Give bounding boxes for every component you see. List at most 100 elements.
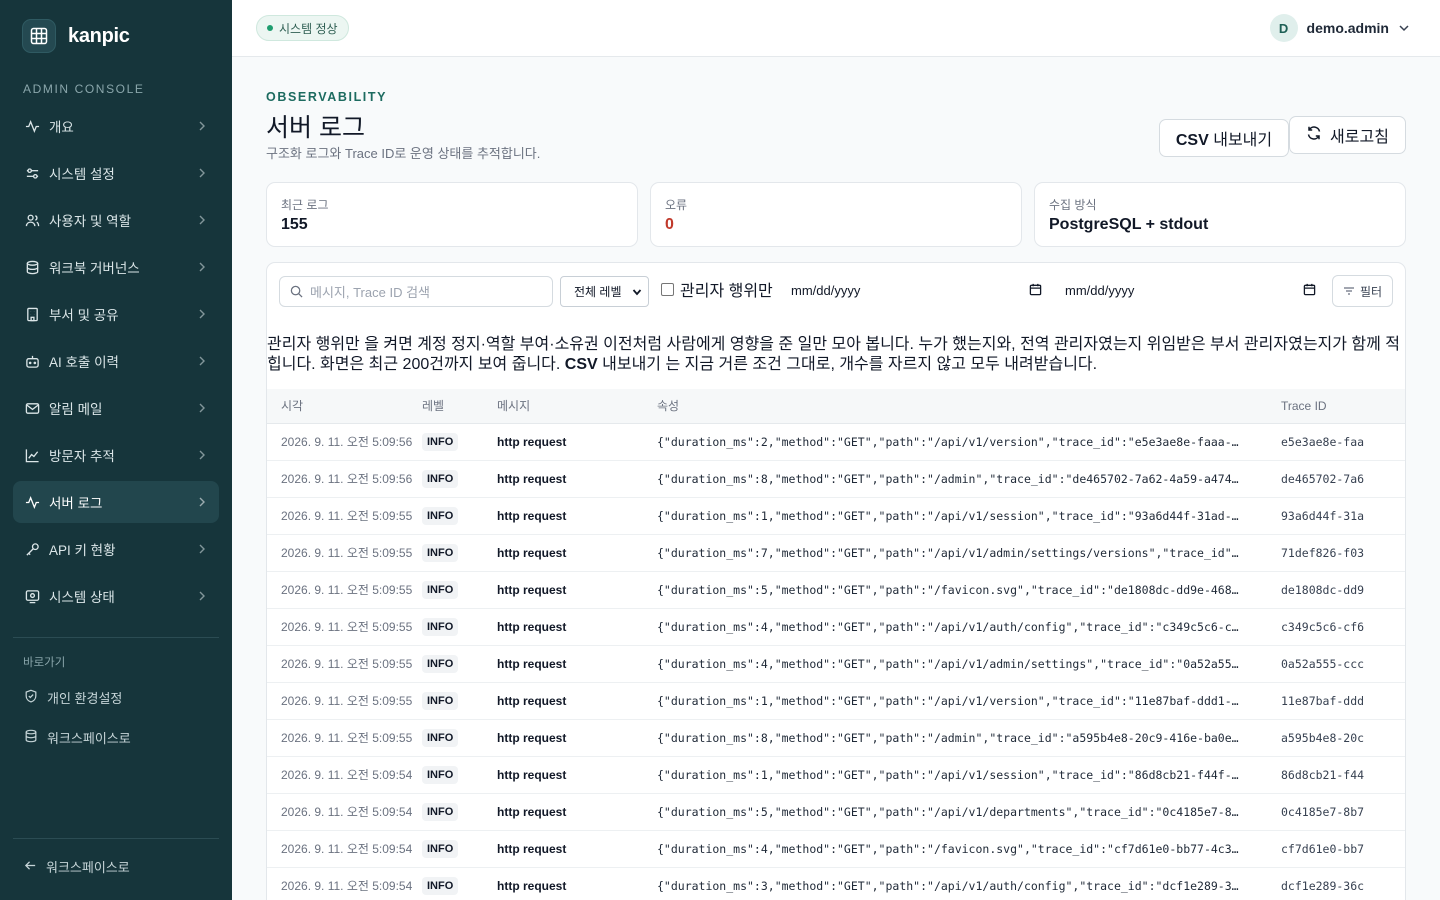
cell-trace-id[interactable]: 86d8cb21-f44 [1279,756,1405,794]
table-row[interactable]: 2026. 9. 11. 오전 5:09:55 INFO http reques… [267,719,1405,757]
cell-time: 2026. 9. 11. 오전 5:09:54 [267,756,422,794]
user-menu[interactable]: D demo.admin [1269,14,1410,42]
cell-level: INFO [422,830,497,868]
cell-message: http request [497,645,657,683]
column-header-message[interactable]: 메시지 [497,389,657,424]
cell-trace-id[interactable]: de1808dc-dd9 [1279,571,1405,609]
level-select[interactable]: 전체 레벨 [560,276,649,307]
cell-level: INFO [422,793,497,831]
sidebar-item-ai-call-history[interactable]: AI 호출 이력 [13,340,219,382]
date-from-input[interactable]: mm/dd/yyyy [791,283,1042,298]
cell-time: 2026. 9. 11. 오전 5:09:55 [267,534,422,572]
sidebar-item-label: 방문자 추적 [49,449,115,464]
level-badge: INFO [422,654,459,673]
cell-trace-id[interactable]: e5e3ae8e-faa [1279,423,1405,461]
table-row[interactable]: 2026. 9. 11. 오전 5:09:55 INFO http reques… [267,682,1405,720]
cell-trace-id[interactable]: de465702-7a6 [1279,460,1405,498]
search-input[interactable]: 메시지, Trace ID 검색 [279,276,553,307]
status-dot-icon [267,25,273,31]
table-row[interactable]: 2026. 9. 11. 오전 5:09:54 INFO http reques… [267,830,1405,868]
cell-trace-id[interactable]: 0a52a555-ccc [1279,645,1405,683]
sidebar-divider [13,838,219,839]
back-to-workspace-link[interactable]: 워크스페이스로 [24,857,130,876]
sidebar-item-system-status[interactable]: 시스템 상태 [13,575,219,617]
chevron-right-icon [199,309,205,319]
table-row[interactable]: 2026. 9. 11. 오전 5:09:56 INFO http reques… [267,460,1405,498]
table-row[interactable]: 2026. 9. 11. 오전 5:09:55 INFO http reques… [267,534,1405,572]
sidebar-item-overview[interactable]: 개요 [13,105,219,147]
shortcut-label: 워크스페이스로 [47,731,131,746]
admin-only-checkbox[interactable] [661,282,674,296]
shortcut-workspace[interactable]: 워크스페이스로 [24,728,131,747]
chevron-down-icon [632,289,642,296]
filter-button-label: 필터 [1359,284,1383,299]
chevron-right-icon [199,497,205,507]
cell-message: http request [497,793,657,831]
sidebar-item-notification-mail[interactable]: 알림 메일 [13,387,219,429]
user-name: demo.admin [1306,20,1389,36]
refresh-button[interactable]: 새로고침 [1289,116,1406,154]
sidebar-item-label: 개요 [49,120,74,135]
cell-trace-id[interactable]: dcf1e289-36c [1279,867,1405,900]
sidebar-item-server-logs[interactable]: 서버 로그 [13,481,219,523]
brand-name: kanpic [68,24,130,47]
cell-trace-id[interactable]: c349c5c6-cf6 [1279,608,1405,646]
table-row[interactable]: 2026. 9. 11. 오전 5:09:55 INFO http reques… [267,571,1405,609]
stat-card-errors: 오류 0 [650,182,1022,247]
table-row[interactable]: 2026. 9. 11. 오전 5:09:55 INFO http reques… [267,497,1405,535]
cell-time: 2026. 9. 11. 오전 5:09:55 [267,497,422,535]
cell-level: INFO [422,645,497,683]
level-badge: INFO [422,802,459,821]
cell-trace-id[interactable]: cf7d61e0-bb7 [1279,830,1405,868]
brand[interactable]: kanpic [22,19,130,53]
section-label: ADMIN CONSOLE [23,82,145,96]
sidebar-item-label: 워크북 거버넌스 [49,261,140,276]
key-icon [24,541,40,557]
cell-trace-id[interactable]: 11e87baf-ddd [1279,682,1405,720]
filter-button[interactable]: 필터 [1332,275,1393,307]
stat-card-recent-logs: 최근 로그 155 [266,182,638,247]
table-row[interactable]: 2026. 9. 11. 오전 5:09:54 INFO http reques… [267,793,1405,831]
sidebar-item-users-roles[interactable]: 사용자 및 역할 [13,199,219,241]
cell-trace-id[interactable]: 0c4185e7-8b7 [1279,793,1405,831]
table-row[interactable]: 2026. 9. 11. 오전 5:09:55 INFO http reques… [267,645,1405,683]
column-header-level[interactable]: 레벨 [422,389,497,424]
column-header-time[interactable]: 시각 [267,389,422,424]
stat-value: 155 [281,216,308,233]
cell-trace-id[interactable]: 71def826-f03 [1279,534,1405,572]
shortcut-preferences[interactable]: 개인 환경설정 [24,688,122,707]
table-row[interactable]: 2026. 9. 11. 오전 5:09:55 INFO http reques… [267,608,1405,646]
calendar-icon[interactable] [1303,283,1316,296]
calendar-icon[interactable] [1029,283,1042,296]
sidebar-item-label: 서버 로그 [49,496,103,511]
date-to-input[interactable]: mm/dd/yyyy [1065,283,1316,298]
users-icon [24,212,40,228]
back-link-label: 워크스페이스로 [46,860,130,875]
sidebar-item-api-keys[interactable]: API 키 현황 [13,528,219,570]
admin-only-toggle[interactable]: 관리자 행위만 [661,277,773,301]
column-header-attributes[interactable]: 속성 [657,389,1279,424]
cell-time: 2026. 9. 11. 오전 5:09:54 [267,793,422,831]
csv-export-button[interactable]: CSV 내보내기 [1159,119,1289,157]
table-row[interactable]: 2026. 9. 11. 오전 5:09:54 INFO http reques… [267,867,1405,900]
sidebar-item-workbook-governance[interactable]: 워크북 거버넌스 [13,246,219,288]
cell-level: INFO [422,682,497,720]
cell-message: http request [497,460,657,498]
cell-attributes: {"duration_ms":7,"method":"GET","path":"… [657,534,1279,572]
column-header-trace-id[interactable]: Trace ID [1279,389,1405,424]
table-row[interactable]: 2026. 9. 11. 오전 5:09:56 INFO http reques… [267,423,1405,461]
date-from-value: mm/dd/yyyy [791,283,861,298]
cell-attributes: {"duration_ms":1,"method":"GET","path":"… [657,682,1279,720]
cell-trace-id[interactable]: 93a6d44f-31a [1279,497,1405,535]
level-badge: INFO [422,691,459,710]
sidebar-item-visitor-tracking[interactable]: 방문자 추적 [13,434,219,476]
cell-level: INFO [422,571,497,609]
note-text-2: 내보내기 는 지금 거른 조건 그대로, 개수를 자르지 않고 모두 내려받습니… [597,355,1098,373]
table-row[interactable]: 2026. 9. 11. 오전 5:09:54 INFO http reques… [267,756,1405,794]
cell-trace-id[interactable]: a595b4e8-20c [1279,719,1405,757]
sidebar-item-departments-sharing[interactable]: 부서 및 공유 [13,293,219,335]
sidebar-item-system-settings[interactable]: 시스템 설정 [13,152,219,194]
cell-time: 2026. 9. 11. 오전 5:09:55 [267,719,422,757]
page-title: 서버 로그 [266,114,365,142]
filter-bar: 메시지, Trace ID 검색 전체 레벨 관리자 행위만 mm/dd/yyy… [279,275,1393,307]
